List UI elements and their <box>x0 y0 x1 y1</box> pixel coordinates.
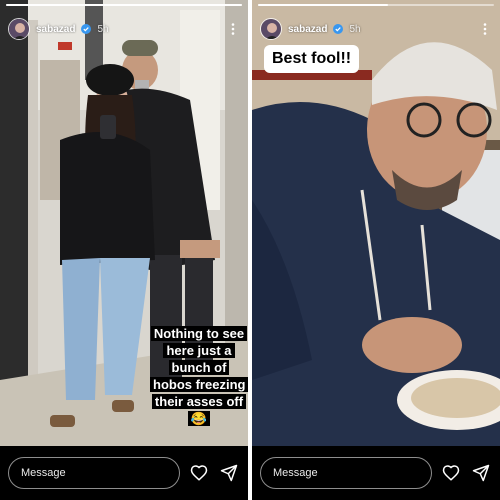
username[interactable]: sabazad <box>36 24 75 35</box>
share-button[interactable] <box>218 462 240 484</box>
story-caption-text: Nothing to see here just a bunch of hobo… <box>150 326 248 426</box>
story-progress-bar <box>6 4 242 6</box>
story-header: sabazad 5h <box>260 12 492 46</box>
send-icon <box>472 464 490 482</box>
story-progress-fill <box>258 4 388 6</box>
avatar-image <box>261 19 281 39</box>
story-caption: Nothing to see here just a bunch of hobo… <box>150 325 248 427</box>
story-photo[interactable]: sabazad 5h Best fool!! <box>252 0 500 446</box>
story-progress-bar <box>258 4 494 6</box>
message-placeholder: Message <box>273 467 318 479</box>
message-input[interactable]: Message <box>8 457 180 489</box>
heart-icon <box>442 465 460 481</box>
verified-badge-icon <box>81 24 92 34</box>
story-photo[interactable]: sabazad 5h Nothing to see here just a bu… <box>0 0 248 446</box>
message-input[interactable]: Message <box>260 457 432 489</box>
verified-badge-icon <box>333 24 344 34</box>
send-icon <box>220 464 238 482</box>
more-options-icon[interactable] <box>226 22 240 36</box>
avatar[interactable] <box>8 18 30 40</box>
story-viewer: sabazad 5h Nothing to see here just a bu… <box>0 0 500 500</box>
story-footer: Message <box>252 446 500 500</box>
story-panel-right: sabazad 5h Best fool!! Message <box>252 0 500 500</box>
post-time: 5h <box>349 23 361 35</box>
heart-icon <box>190 465 208 481</box>
story-header: sabazad 5h <box>8 12 240 46</box>
story-panel-left: sabazad 5h Nothing to see here just a bu… <box>0 0 248 500</box>
more-options-icon[interactable] <box>478 22 492 36</box>
message-placeholder: Message <box>21 467 66 479</box>
username[interactable]: sabazad <box>288 24 327 35</box>
story-caption: Best fool!! <box>264 45 360 73</box>
post-time: 5h <box>97 23 109 35</box>
like-button[interactable] <box>440 462 462 484</box>
story-footer: Message <box>0 446 248 500</box>
story-progress-fill <box>6 4 242 6</box>
avatar-image <box>9 19 29 39</box>
avatar[interactable] <box>260 18 282 40</box>
share-button[interactable] <box>470 462 492 484</box>
like-button[interactable] <box>188 462 210 484</box>
